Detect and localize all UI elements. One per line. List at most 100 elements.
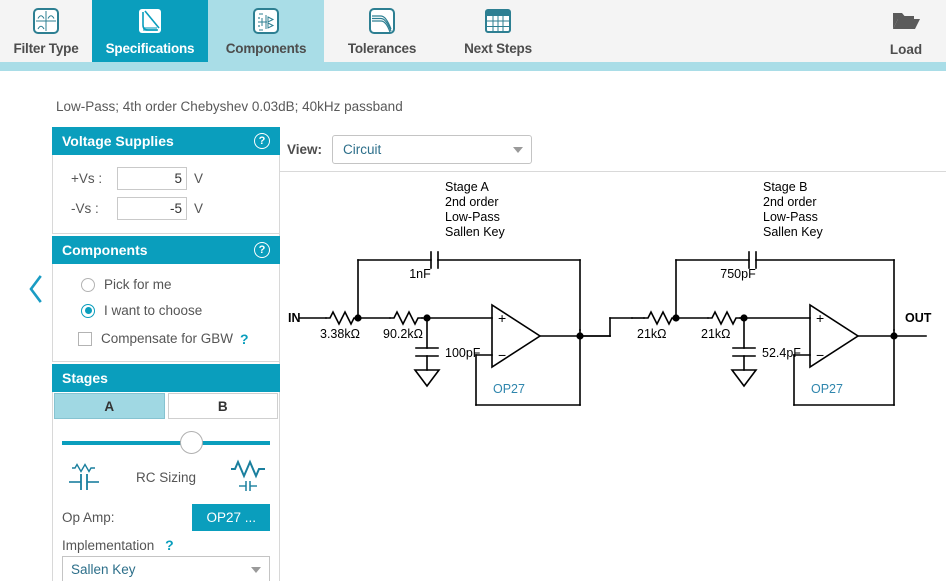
stage-a-opamp-minus: − — [498, 347, 506, 363]
chevron-down-icon-view — [513, 147, 524, 153]
components-header: Components ? — [52, 236, 280, 264]
stage-b-r1-label: 21kΩ — [637, 327, 667, 341]
implementation-label-row: Implementation ? — [53, 533, 279, 556]
load-button-label: Load — [889, 42, 923, 57]
radio-icon-pick-for-me[interactable] — [81, 277, 95, 292]
checkbox-compensate-gbw[interactable]: Compensate for GBW ? — [78, 327, 269, 350]
op-amp-row: Op Amp: OP27 ... — [53, 497, 279, 533]
radio-label-i-want-to-choose: I want to choose — [104, 303, 203, 318]
stage-tab-b[interactable]: B — [167, 393, 278, 419]
chevron-down-icon-implementation — [251, 567, 261, 573]
view-toolbar-divider — [280, 171, 946, 172]
tab-label-filter-type: Filter Type — [13, 41, 79, 56]
tab-label-specifications: Specifications — [105, 41, 195, 56]
load-button[interactable]: Load — [860, 0, 946, 62]
filter-type-icon — [29, 5, 63, 39]
stage-a-title-line-4: Sallen Key — [445, 225, 506, 239]
stage-tab-group: A B — [53, 392, 279, 420]
stage-a-title-line-2: 2nd order — [445, 195, 499, 209]
negative-supply-label: -Vs : — [71, 200, 99, 216]
stage-b-title-line-1: Stage B — [763, 180, 807, 194]
components-icon — [249, 5, 283, 39]
view-toolbar: View: Circuit — [280, 127, 946, 171]
filter-summary-text: Low-Pass; 4th order Chebyshev 0.03dB; 40… — [56, 99, 403, 114]
stage-tab-a[interactable]: A — [54, 393, 165, 419]
positive-supply-label: +Vs : — [71, 170, 103, 186]
view-label: View: — [287, 141, 323, 157]
help-circle-icon-voltage[interactable]: ? — [254, 133, 270, 149]
circuit-view-panel: View: Circuit Stage A 2nd order Low-Pass… — [280, 127, 946, 581]
rc-sizing-row: RC Sizing — [53, 455, 279, 497]
stage-a-r2-label: 90.2kΩ — [383, 327, 423, 341]
negative-supply-row: -Vs : V — [63, 193, 269, 223]
tab-next-steps[interactable]: Next Steps — [440, 0, 556, 62]
help-circle-icon-components[interactable]: ? — [254, 242, 270, 258]
circuit-schematic: Stage A 2nd order Low-Pass Sallen Key IN… — [288, 180, 932, 406]
large-resistor-small-cap-icon — [225, 457, 271, 498]
stage-a-title-line-1: Stage A — [445, 180, 489, 194]
small-resistor-large-cap-icon — [61, 457, 107, 498]
implementation-select[interactable]: Sallen Key — [62, 556, 270, 581]
rc-sizing-label: RC Sizing — [135, 469, 197, 485]
stage-b-title-line-3: Low-Pass — [763, 210, 818, 224]
stage-b-r2-label: 21kΩ — [701, 327, 731, 341]
circuit-diagram-canvas: Stage A 2nd order Low-Pass Sallen Key IN… — [280, 171, 946, 581]
checkbox-label-compensate-gbw: Compensate for GBW — [101, 331, 234, 346]
stage-b-title-line-2: 2nd order — [763, 195, 817, 209]
tab-components[interactable]: Components — [208, 0, 324, 62]
stages-title: Stages — [62, 370, 108, 386]
tab-bar-underline — [0, 62, 946, 71]
rc-sizing-slider[interactable] — [62, 431, 270, 455]
output-label: OUT — [905, 311, 932, 325]
implementation-select-value: Sallen Key — [71, 561, 136, 577]
op-amp-select-button[interactable]: OP27 ... — [192, 503, 270, 531]
stage-b-title-line-4: Sallen Key — [763, 225, 824, 239]
voltage-supplies-header: Voltage Supplies ? — [52, 127, 280, 155]
open-folder-icon — [890, 7, 922, 38]
negative-supply-input[interactable] — [117, 196, 187, 220]
next-steps-icon — [481, 5, 515, 39]
stage-a-opamp-label: OP27 — [493, 382, 525, 396]
tab-label-next-steps: Next Steps — [464, 41, 532, 56]
sidebar-collapse-handle[interactable] — [25, 272, 47, 310]
rc-sizing-slider-knob[interactable] — [180, 431, 203, 454]
chevron-left-icon — [28, 274, 44, 309]
checkbox-icon-compensate-gbw[interactable] — [78, 331, 92, 346]
positive-supply-input[interactable] — [117, 166, 187, 190]
stage-a-title-line-3: Low-Pass — [445, 210, 500, 224]
help-question-icon-gbw[interactable]: ? — [240, 331, 249, 347]
components-body: Pick for me I want to choose Compensate … — [52, 264, 280, 362]
left-settings-panel: Voltage Supplies ? +Vs : V -Vs : V Compo… — [52, 127, 280, 581]
stage-b-opamp-label: OP27 — [811, 382, 843, 396]
main-tab-bar: Filter Type Specifications Components To… — [0, 0, 946, 62]
radio-label-pick-for-me: Pick for me — [104, 277, 172, 292]
stage-tab-b-label: B — [217, 398, 228, 414]
radio-icon-i-want-to-choose[interactable] — [81, 303, 95, 318]
stage-a-opamp-plus: + — [498, 310, 506, 326]
stages-header: Stages — [52, 364, 280, 392]
specifications-icon — [133, 5, 167, 39]
tab-label-components: Components — [225, 41, 307, 56]
stages-body: A B RC Sizing Op Amp: OP27 ... Implement… — [52, 392, 280, 581]
view-select[interactable]: Circuit — [332, 134, 533, 164]
input-label: IN — [288, 311, 301, 325]
tab-filter-type[interactable]: Filter Type — [0, 0, 92, 62]
stage-b-opamp-plus: + — [816, 310, 824, 326]
stage-b-feedback-cap-label: 750pF — [720, 267, 756, 281]
radio-i-want-to-choose[interactable]: I want to choose — [81, 299, 269, 322]
rc-sizing-slider-track[interactable] — [62, 441, 270, 445]
filter-designer-app: Filter Type Specifications Components To… — [0, 0, 946, 581]
help-question-icon-implementation[interactable]: ? — [165, 537, 174, 553]
view-select-value: Circuit — [343, 141, 382, 157]
stage-a-ground-cap-label: 100pF — [445, 346, 481, 360]
tab-specifications[interactable]: Specifications — [92, 0, 208, 62]
radio-pick-for-me[interactable]: Pick for me — [81, 273, 269, 296]
components-title: Components — [62, 242, 148, 258]
positive-supply-row: +Vs : V — [63, 163, 269, 193]
op-amp-label: Op Amp: — [62, 509, 115, 525]
stage-b-opamp-minus: − — [816, 347, 824, 363]
voltage-supplies-body: +Vs : V -Vs : V — [52, 155, 280, 234]
negative-supply-unit: V — [194, 200, 204, 216]
stage-b-ground-cap-label: 52.4pF — [762, 346, 801, 360]
tab-tolerances[interactable]: Tolerances — [324, 0, 440, 62]
